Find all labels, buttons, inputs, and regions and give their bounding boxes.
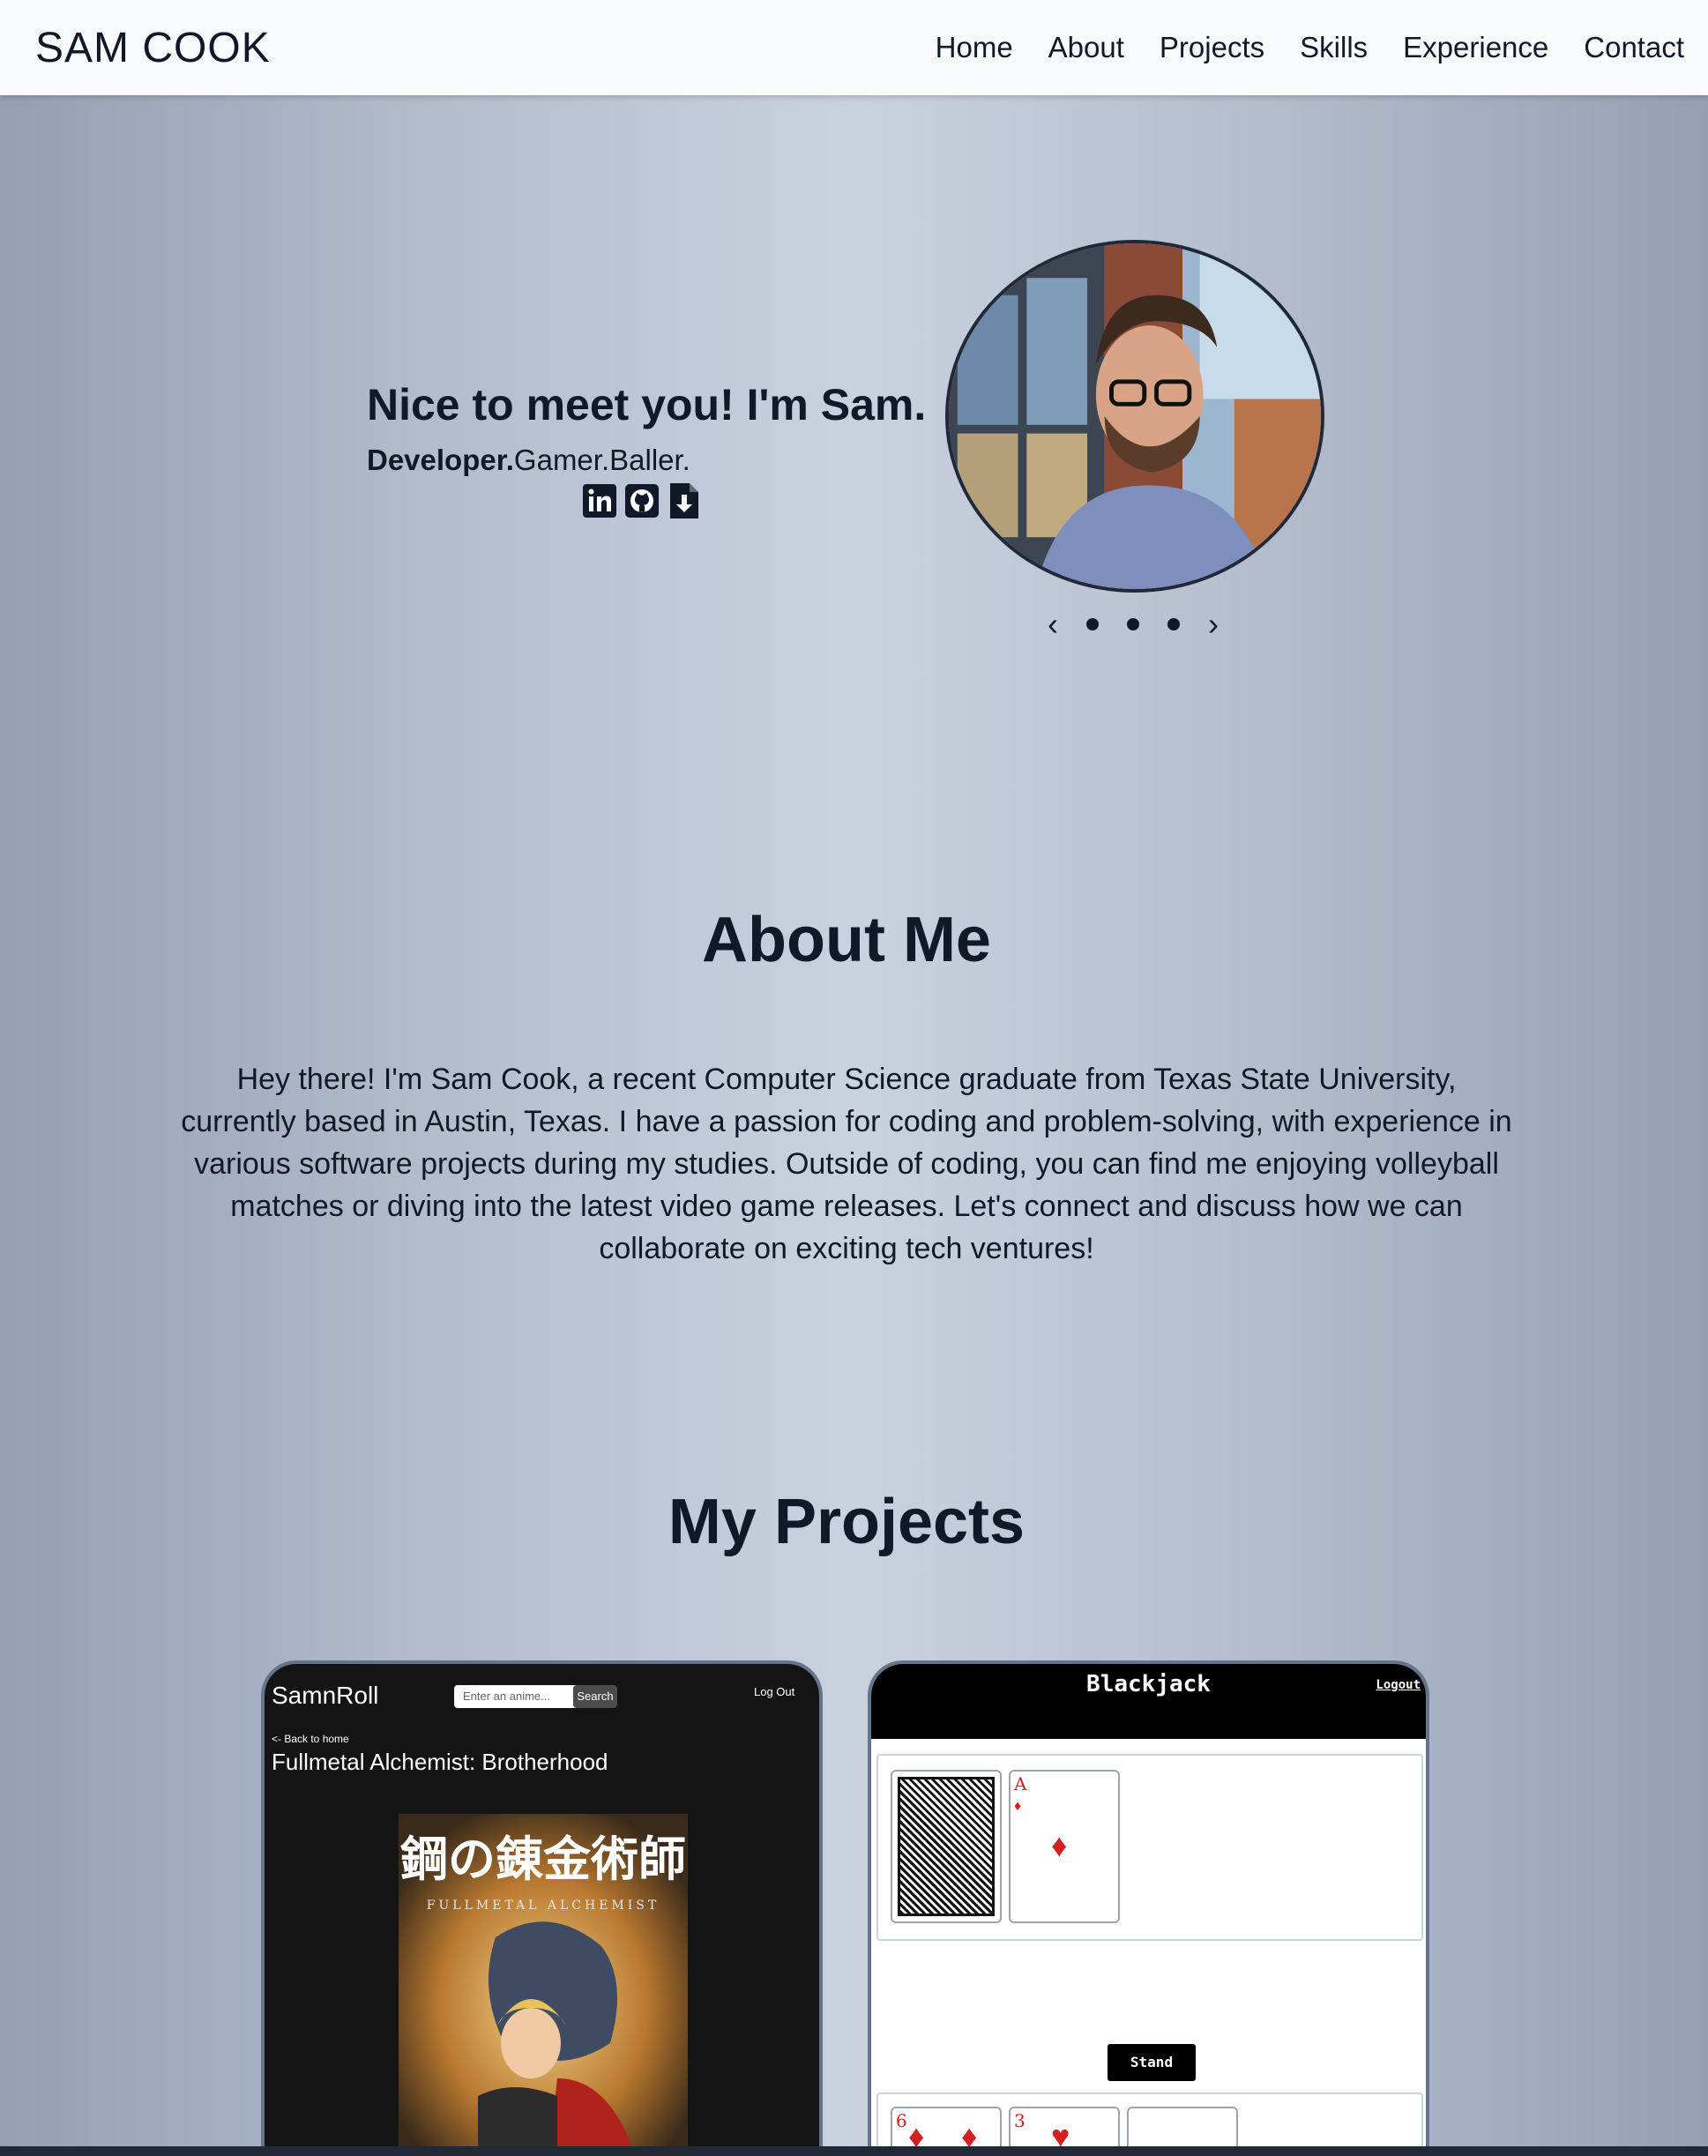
social-links bbox=[582, 482, 702, 519]
nav-link-skills[interactable]: Skills bbox=[1300, 31, 1368, 64]
anime-poster-image: 鋼の錬金術師 FULLMETAL ALCHEMIST bbox=[399, 1814, 688, 2156]
anime-back-link: <- Back to home bbox=[272, 1733, 349, 1745]
chevron-left-icon[interactable]: ‹ bbox=[1048, 608, 1058, 640]
hero-title: Nice to meet you! I'm Sam. bbox=[367, 380, 927, 429]
anime-poster-subtitle: FULLMETAL ALCHEMIST bbox=[427, 1899, 660, 1913]
stand-button: Stand bbox=[1108, 2044, 1196, 2081]
nav-links: Home About Projects Skills Experience Co… bbox=[936, 31, 1684, 64]
project-card-blackjack[interactable]: Blackjack Logout A ♦ ♦ Stand 6 ♦ ♦ 3 ♥ bbox=[868, 1660, 1429, 2156]
photo-carousel-controls: ‹ › bbox=[1048, 608, 1219, 640]
chevron-right-icon[interactable]: › bbox=[1208, 608, 1219, 640]
anime-app-brand: SamnRoll bbox=[272, 1682, 379, 1709]
linkedin-icon[interactable] bbox=[582, 482, 617, 519]
anime-logout-link: Log Out bbox=[754, 1685, 795, 1698]
dealer-card-ace-diamonds: A ♦ ♦ bbox=[1009, 1770, 1120, 1923]
blackjack-logout-link: Logout bbox=[1376, 1678, 1421, 1692]
github-icon[interactable] bbox=[624, 482, 660, 519]
about-text: Hey there! I'm Sam Cook, a recent Comput… bbox=[181, 1063, 1512, 1265]
anime-poster-title: 鋼の錬金術師 bbox=[400, 1831, 686, 1887]
diamond-small-icon: ♦ bbox=[1014, 1799, 1022, 1814]
card-back bbox=[891, 1770, 1002, 1923]
anime-search-button: Search bbox=[573, 1685, 617, 1708]
carousel-dot-1[interactable] bbox=[1086, 618, 1099, 630]
carousel-dot-3[interactable] bbox=[1167, 618, 1180, 630]
projects-title: My Projects bbox=[668, 1487, 1026, 1557]
navbar: SAM COOK Home About Projects Skills Expe… bbox=[0, 0, 1708, 95]
hero-subtitle: Developer.Gamer.Baller. bbox=[367, 444, 690, 477]
profile-photo bbox=[945, 240, 1324, 593]
carousel-dot-2[interactable] bbox=[1127, 618, 1139, 630]
blackjack-title: Blackjack bbox=[1086, 1671, 1211, 1697]
hero-subtitle-bold: Developer. bbox=[367, 444, 514, 476]
card-back-pattern bbox=[898, 1777, 995, 1916]
bottom-edge bbox=[0, 2146, 1708, 2156]
dealer-card-rank: A bbox=[1014, 1773, 1027, 1794]
brand-logo[interactable]: SAM COOK bbox=[35, 24, 271, 72]
nav-link-about[interactable]: About bbox=[1048, 31, 1124, 64]
dealer-hand: A ♦ ♦ bbox=[876, 1754, 1423, 1941]
resume-download-icon[interactable] bbox=[667, 482, 702, 519]
player-card2-rank: 3 bbox=[1014, 2110, 1026, 2131]
nav-link-home[interactable]: Home bbox=[936, 31, 1013, 64]
player-card1-rank: 6 bbox=[896, 2110, 907, 2131]
hero-subtitle-rest: Gamer.Baller. bbox=[513, 444, 690, 476]
nav-link-contact[interactable]: Contact bbox=[1584, 31, 1684, 64]
about-title: About Me bbox=[702, 905, 991, 975]
diamond-icon: ♦ bbox=[1051, 1827, 1068, 1863]
nav-link-projects[interactable]: Projects bbox=[1160, 31, 1264, 64]
project-card-anime[interactable]: SamnRoll Enter an anime... Search Log Ou… bbox=[261, 1660, 823, 2156]
nav-link-experience[interactable]: Experience bbox=[1403, 31, 1548, 64]
anime-show-title: Fullmetal Alchemist: Brotherhood bbox=[272, 1749, 608, 1775]
